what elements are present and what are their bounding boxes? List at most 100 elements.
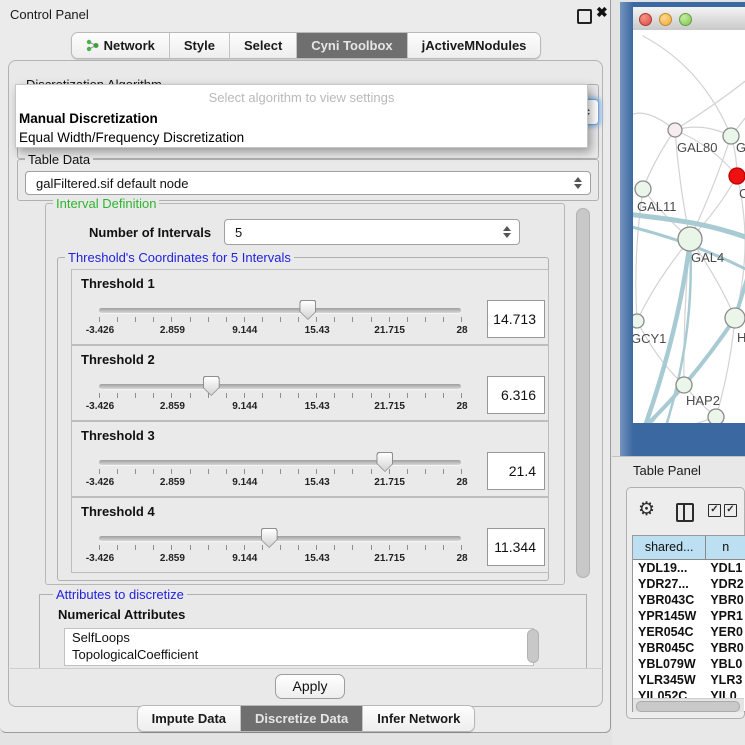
tab-label: Cyni Toolbox [311, 33, 392, 58]
table-cell[interactable]: YBL0 [706, 656, 745, 672]
table-cell[interactable]: YER0 [706, 624, 745, 640]
table-cell[interactable]: YDL1 [706, 560, 745, 576]
table-column-header[interactable]: shared... [633, 536, 706, 559]
attribute-list-item[interactable]: SelfLoops [65, 629, 533, 646]
network-node[interactable] [676, 377, 692, 393]
slider-tick [153, 469, 154, 474]
threshold-value-field[interactable]: 11.344 [487, 528, 545, 566]
threshold-value-field[interactable]: 21.4 [487, 452, 545, 490]
checkbox-icon[interactable]: ✓ [724, 504, 737, 517]
table-row[interactable]: YLR345WYLR3 [633, 672, 745, 688]
table-row[interactable]: YER054CYER0 [633, 624, 745, 640]
slider-tick [334, 469, 335, 474]
tab-network[interactable]: Network [72, 33, 169, 58]
columns-icon[interactable] [676, 503, 694, 522]
network-edge-highlighted[interactable] [735, 238, 745, 318]
threshold-slider-handle[interactable] [376, 452, 393, 472]
apply-button[interactable]: Apply [275, 674, 345, 699]
table-hscrollbar-thumb[interactable] [636, 701, 740, 712]
threshold-slider-handle[interactable] [261, 528, 278, 548]
table-cell[interactable]: YPR1 [706, 608, 745, 624]
threshold-slider-track[interactable] [99, 536, 461, 541]
table-data-combobox[interactable]: galFiltered.sif default node [25, 171, 591, 195]
float-window-icon[interactable] [577, 9, 592, 24]
attribute-list-item[interactable]: TopologicalCoefficient [65, 646, 533, 663]
threshold-slider-handle[interactable] [203, 376, 220, 396]
tab-style[interactable]: Style [169, 33, 229, 58]
network-node[interactable] [668, 123, 682, 137]
threshold-label: Threshold 3 [81, 428, 155, 443]
table-cell[interactable]: YDL19... [633, 560, 706, 576]
tab-label: Infer Network [377, 706, 460, 731]
threshold-slider-track[interactable] [99, 460, 461, 465]
tab-jactivemnodules[interactable]: jActiveMNodules [407, 33, 541, 58]
threshold-slider-track[interactable] [99, 308, 461, 313]
table-cell[interactable]: YBR0 [706, 592, 745, 608]
num-intervals-combobox[interactable]: 5 [224, 219, 520, 245]
checkbox-icon[interactable]: ✓ [708, 504, 721, 517]
table-cell[interactable]: YER054C [633, 624, 706, 640]
close-traffic-light-icon[interactable] [639, 13, 652, 26]
table-cell[interactable]: YPR145W [633, 608, 706, 624]
close-icon[interactable]: ✖ [596, 4, 608, 21]
popup-algorithm-item[interactable]: Manual Discretization [16, 109, 587, 128]
network-edge[interactable] [643, 130, 675, 189]
table-column-header[interactable]: n [706, 536, 745, 559]
table-cell[interactable]: YLR345W [633, 672, 706, 688]
network-node[interactable] [633, 314, 644, 328]
attribute-list-item[interactable]: BetweennessCentrality [65, 663, 533, 666]
network-node[interactable] [729, 168, 745, 184]
slider-tick [190, 469, 191, 474]
popup-algorithm-item[interactable]: Equal Width/Frequency Discretization [16, 128, 587, 147]
minimize-traffic-light-icon[interactable] [659, 13, 672, 26]
slider-tick [99, 469, 100, 474]
panel-scrollbar[interactable] [576, 208, 590, 578]
table-row[interactable]: YPR145WYPR1 [633, 608, 745, 624]
tab-cyni-toolbox[interactable]: Cyni Toolbox [296, 33, 406, 58]
slider-tick [298, 393, 299, 398]
table-cell[interactable]: YBL079W [633, 656, 706, 672]
slider-handle-face [262, 529, 277, 547]
slider-tick [153, 317, 154, 322]
tab-discretize-data[interactable]: Discretize Data [240, 706, 362, 731]
network-node[interactable] [708, 409, 724, 423]
table-cell[interactable]: YDR2 [706, 576, 745, 592]
zoom-traffic-light-icon[interactable] [679, 13, 692, 26]
tab-infer-network[interactable]: Infer Network [362, 706, 474, 731]
table-row[interactable]: YBL079WYBL0 [633, 656, 745, 672]
threshold-slider-handle[interactable] [299, 300, 316, 320]
attributes-list-scrollbar[interactable] [527, 629, 539, 663]
network-canvas[interactable]: GAL80GACGAL11GAL4GCY1HHAP2 [633, 30, 745, 423]
numerical-attributes-list[interactable]: SelfLoopsTopologicalCoefficientBetweenne… [64, 628, 534, 666]
network-window-titlebar[interactable] [633, 7, 745, 31]
slider-tick [443, 545, 444, 550]
network-node[interactable] [635, 181, 651, 197]
slider-tick-label: 15.43 [305, 401, 330, 412]
table-cell[interactable]: YBR043C [633, 592, 706, 608]
threshold-slider-track[interactable] [99, 384, 461, 389]
slider-tick [371, 317, 372, 322]
gear-icon[interactable]: ⚙ [638, 500, 655, 519]
table-cell[interactable]: YLR3 [706, 672, 745, 688]
threshold-value-field[interactable]: 6.316 [487, 376, 545, 414]
table-row[interactable]: YBR045CYBR0 [633, 640, 745, 656]
tab-impute-data[interactable]: Impute Data [138, 706, 240, 731]
table-cell[interactable]: YDR27... [633, 576, 706, 592]
table-cell[interactable]: YBR045C [633, 640, 706, 656]
threshold-panel: Threshold 2-3.4262.8599.14415.4321.71528… [71, 345, 549, 421]
numerical-attributes-label: Numerical Attributes [58, 607, 185, 622]
network-node[interactable] [725, 308, 745, 328]
network-node-label: GAL80 [677, 140, 717, 155]
network-node[interactable] [678, 227, 702, 251]
tab-select[interactable]: Select [229, 33, 296, 58]
table-row[interactable]: YDL19...YDL1 [633, 560, 745, 576]
network-edge[interactable] [643, 36, 731, 136]
table-hscrollbar-track[interactable] [633, 698, 744, 712]
table-row[interactable]: YBR043CYBR0 [633, 592, 745, 608]
network-edge[interactable] [675, 70, 745, 130]
slider-tick [389, 317, 390, 322]
table-cell[interactable]: YBR0 [706, 640, 745, 656]
threshold-value-field[interactable]: 14.713 [487, 300, 545, 338]
slider-tick-label: 28 [456, 325, 467, 336]
table-row[interactable]: YDR27...YDR2 [633, 576, 745, 592]
